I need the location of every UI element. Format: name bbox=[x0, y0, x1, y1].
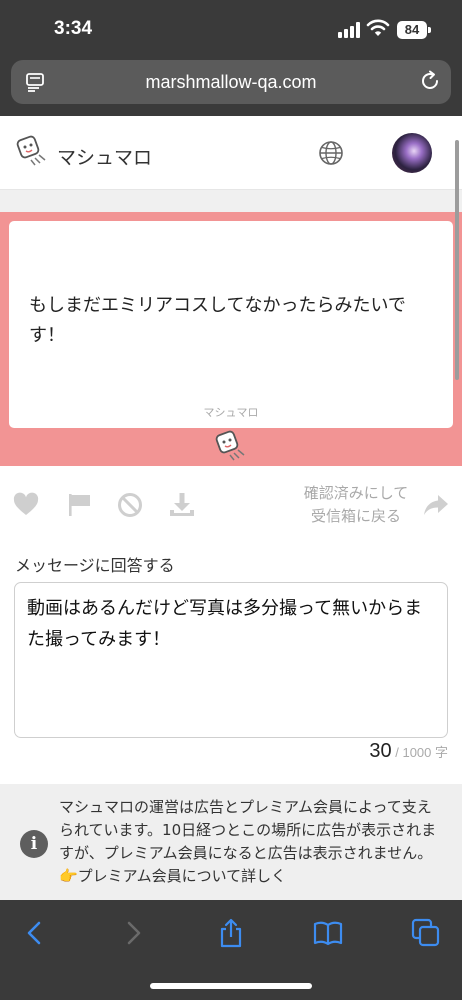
battery-icon: 84 bbox=[397, 21, 431, 39]
home-indicator bbox=[150, 983, 312, 989]
marshmallow-logo-icon[interactable] bbox=[14, 134, 48, 168]
wifi-icon bbox=[366, 19, 390, 36]
tabs-icon[interactable] bbox=[411, 918, 441, 948]
character-max: / 1000 字 bbox=[395, 745, 448, 760]
message-card: もしまだエミリアコスしてなかったらみたいです！ マシュマロ bbox=[9, 221, 453, 428]
url-text: marshmallow-qa.com bbox=[145, 72, 317, 92]
status-time: 3:34 bbox=[54, 18, 93, 39]
message-text: もしまだエミリアコスしてなかったらみたいです！ bbox=[29, 295, 406, 346]
character-count: 30 bbox=[369, 740, 392, 762]
download-icon[interactable] bbox=[168, 491, 196, 519]
forward-icon bbox=[127, 921, 141, 945]
reply-label: メッセージに回答する bbox=[15, 556, 175, 575]
share-icon[interactable] bbox=[216, 918, 246, 948]
card-brand: マシュマロ bbox=[203, 406, 259, 419]
flag-icon[interactable] bbox=[66, 491, 94, 519]
avatar[interactable] bbox=[392, 133, 432, 173]
battery-level: 84 bbox=[397, 21, 427, 39]
bookmarks-icon[interactable] bbox=[313, 918, 343, 948]
share-arrow-icon[interactable] bbox=[422, 492, 450, 518]
notice-text: マシュマロの運営は広告とプレミアム会員によって支えられています。10日経つとこの… bbox=[59, 796, 443, 888]
character-counter: 30 / 1000 字 bbox=[369, 740, 448, 763]
browser-address-area: marshmallow-qa.com bbox=[0, 58, 462, 116]
mark-read-label-1: 確認済みにして bbox=[303, 484, 409, 502]
message-section: もしまだエミリアコスしてなかったらみたいです！ マシュマロ bbox=[0, 212, 462, 466]
scrollbar[interactable] bbox=[455, 140, 459, 380]
info-icon: i bbox=[20, 830, 48, 858]
status-bar: 3:34 84 bbox=[0, 0, 462, 58]
app-header: マシュマロ bbox=[0, 116, 462, 190]
reload-icon[interactable] bbox=[419, 70, 441, 92]
back-icon[interactable] bbox=[20, 918, 50, 948]
address-bar[interactable]: marshmallow-qa.com bbox=[11, 60, 451, 104]
premium-link[interactable]: 👉プレミアム会員について詳しく bbox=[59, 867, 286, 885]
notice-body: マシュマロの運営は広告とプレミアム会員によって支えられています。10日経つとこの… bbox=[59, 798, 437, 862]
mark-read-label-2: 受信箱に戻る bbox=[310, 507, 401, 525]
signal-icon bbox=[338, 22, 362, 38]
action-row: 確認済みにして 受信箱に戻る bbox=[0, 466, 462, 546]
marshmallow-icon bbox=[215, 430, 245, 461]
ad-notice: i マシュマロの運営は広告とプレミアム会員によって支えられています。10日経つと… bbox=[0, 784, 462, 900]
brand-name[interactable]: マシュマロ bbox=[57, 143, 152, 170]
mark-read-button[interactable]: 確認済みにして 受信箱に戻る bbox=[292, 482, 420, 528]
reply-textarea[interactable]: 動画はあるんだけど写真は多分撮って無いからまた撮ってみます！ bbox=[14, 582, 448, 738]
heart-icon[interactable] bbox=[12, 491, 40, 519]
block-icon[interactable] bbox=[116, 491, 144, 519]
globe-icon[interactable] bbox=[318, 140, 344, 166]
header-divider bbox=[0, 190, 462, 212]
